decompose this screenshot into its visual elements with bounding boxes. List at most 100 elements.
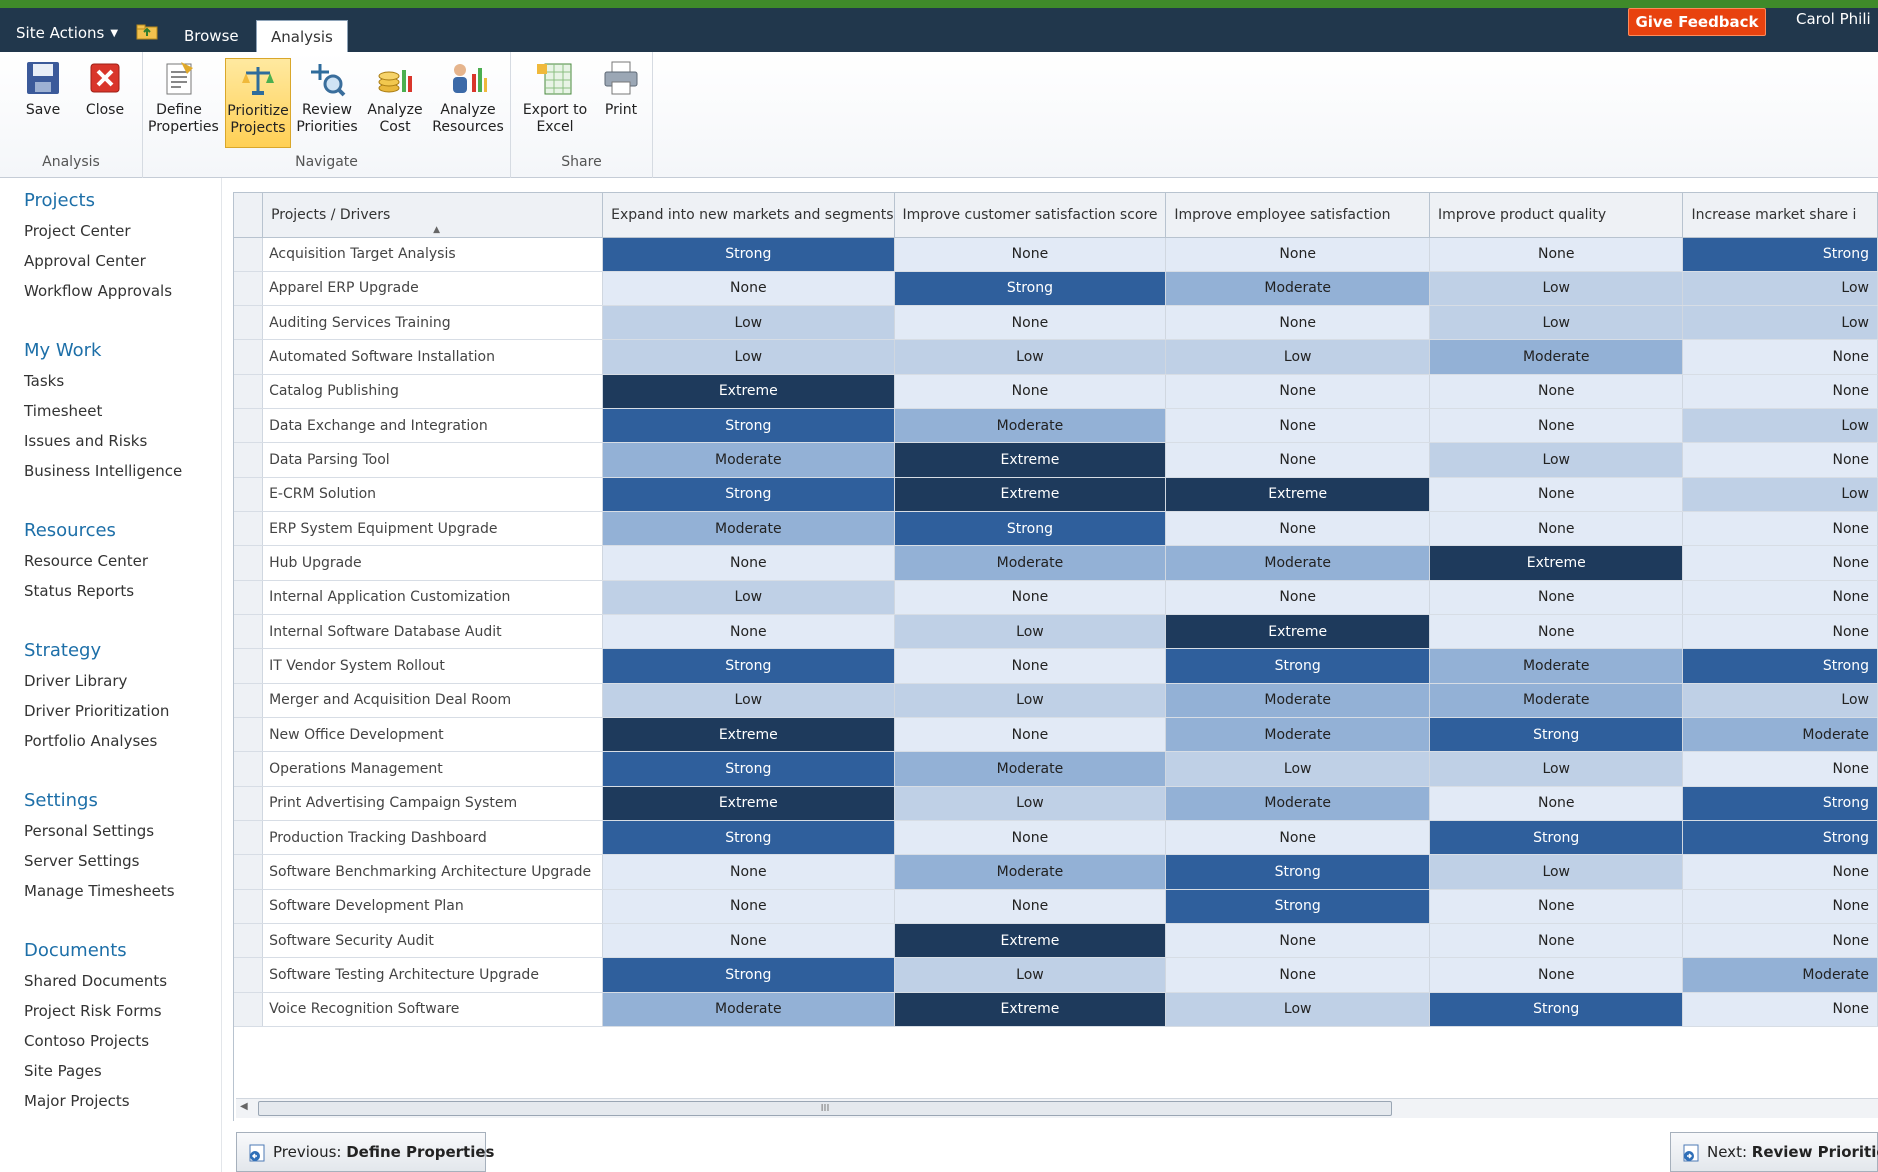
project-name-cell[interactable]: Operations Management xyxy=(262,751,604,787)
site-actions-menu[interactable]: Site Actions ▼ xyxy=(16,24,118,42)
driver-impact-cell[interactable]: Strong xyxy=(602,957,895,993)
driver-impact-cell[interactable]: None xyxy=(1429,511,1684,547)
driver-impact-cell[interactable]: None xyxy=(602,271,895,307)
project-name-cell[interactable]: Software Testing Architecture Upgrade xyxy=(262,957,604,993)
nav-heading-settings[interactable]: Settings xyxy=(24,790,98,811)
table-row[interactable]: Operations Management Strong Moderate Low Lo… xyxy=(234,751,1878,787)
driver-impact-cell[interactable]: Extreme xyxy=(1165,477,1430,513)
table-row[interactable]: IT Vendor System Rollout Strong None Strong… xyxy=(234,648,1878,684)
project-name-cell[interactable]: Software Security Audit xyxy=(262,923,604,959)
driver-impact-cell[interactable]: Strong xyxy=(1429,717,1684,753)
user-menu[interactable]: Carol Phili xyxy=(1796,10,1871,28)
driver-impact-cell[interactable]: None xyxy=(1429,889,1684,925)
project-name-cell[interactable]: Auditing Services Training xyxy=(262,305,604,341)
project-name-cell[interactable]: New Office Development xyxy=(262,717,604,753)
driver-impact-cell[interactable]: Strong xyxy=(894,271,1167,307)
row-selector[interactable] xyxy=(234,305,264,341)
driver-impact-cell[interactable]: Strong xyxy=(1429,992,1684,1028)
analyze-cost-button[interactable]: Analyze Cost xyxy=(363,58,427,148)
driver-impact-cell[interactable]: Moderate xyxy=(894,408,1167,444)
driver-impact-cell[interactable]: Moderate xyxy=(602,442,895,478)
folder-up-icon[interactable] xyxy=(136,24,158,40)
project-name-cell[interactable]: Automated Software Installation xyxy=(262,339,604,375)
nav-item-personal-settings[interactable]: Personal Settings xyxy=(24,822,154,840)
driver-impact-cell[interactable]: None xyxy=(1429,957,1684,993)
row-selector[interactable] xyxy=(234,820,264,856)
row-selector[interactable] xyxy=(234,889,264,925)
driver-impact-cell[interactable]: None xyxy=(1682,511,1878,547)
driver-impact-cell[interactable]: None xyxy=(1165,957,1430,993)
row-selector[interactable] xyxy=(234,717,264,753)
nav-item-site-pages[interactable]: Site Pages xyxy=(24,1062,102,1080)
driver-impact-cell[interactable]: Strong xyxy=(1682,786,1878,822)
driver-impact-cell[interactable]: Moderate xyxy=(1682,717,1878,753)
table-row[interactable]: Auditing Services Training Low None None Low… xyxy=(234,305,1878,341)
nav-item-contoso-projects[interactable]: Contoso Projects xyxy=(24,1032,149,1050)
driver-impact-cell[interactable]: Low xyxy=(1429,442,1684,478)
nav-item-driver-library[interactable]: Driver Library xyxy=(24,672,127,690)
driver-impact-cell[interactable]: Strong xyxy=(1429,820,1684,856)
driver-impact-cell[interactable]: None xyxy=(1682,374,1878,410)
print-button[interactable]: Print xyxy=(595,58,647,148)
driver-impact-cell[interactable]: Low xyxy=(1429,271,1684,307)
row-selector[interactable] xyxy=(234,545,264,581)
driver-impact-cell[interactable]: Low xyxy=(1165,339,1430,375)
nav-item-tasks[interactable]: Tasks xyxy=(24,372,64,390)
nav-item-portfolio-analyses[interactable]: Portfolio Analyses xyxy=(24,732,157,750)
project-name-cell[interactable]: Acquisition Target Analysis xyxy=(262,237,604,272)
column-header-driver[interactable]: Expand into new markets and segments xyxy=(602,193,895,238)
driver-impact-cell[interactable]: None xyxy=(1682,580,1878,616)
nav-heading-strategy[interactable]: Strategy xyxy=(24,640,101,661)
driver-impact-cell[interactable]: Strong xyxy=(602,820,895,856)
scroll-left-arrow-icon[interactable]: ◀ xyxy=(240,1101,248,1112)
driver-impact-cell[interactable]: None xyxy=(1429,786,1684,822)
row-selector[interactable] xyxy=(234,648,264,684)
nav-heading-projects[interactable]: Projects xyxy=(24,190,95,211)
table-row[interactable]: Data Parsing Tool Moderate Extreme None Low N… xyxy=(234,442,1878,478)
table-row[interactable]: Hub Upgrade None Moderate Moderate Extreme No… xyxy=(234,545,1878,581)
driver-impact-cell[interactable]: Moderate xyxy=(1165,683,1430,719)
driver-impact-cell[interactable]: Moderate xyxy=(1682,957,1878,993)
driver-impact-cell[interactable]: Extreme xyxy=(894,477,1167,513)
row-selector[interactable] xyxy=(234,442,264,478)
driver-impact-cell[interactable]: Low xyxy=(1429,854,1684,890)
review-priorities-button[interactable]: Review Priorities xyxy=(295,58,359,148)
driver-impact-cell[interactable]: Moderate xyxy=(1165,717,1430,753)
nav-item-driver-prioritization[interactable]: Driver Prioritization xyxy=(24,702,169,720)
driver-impact-cell[interactable]: None xyxy=(1165,820,1430,856)
driver-impact-cell[interactable]: Low xyxy=(602,305,895,341)
driver-impact-cell[interactable]: None xyxy=(894,648,1167,684)
driver-impact-cell[interactable]: None xyxy=(894,580,1167,616)
driver-impact-cell[interactable]: None xyxy=(1165,374,1430,410)
driver-impact-cell[interactable]: Strong xyxy=(894,511,1167,547)
table-row[interactable]: Internal Software Database Audit None Low E… xyxy=(234,614,1878,650)
save-button[interactable]: Save xyxy=(14,58,72,148)
nav-item-timesheet[interactable]: Timesheet xyxy=(24,402,102,420)
driver-impact-cell[interactable]: None xyxy=(1429,923,1684,959)
nav-item-shared-documents[interactable]: Shared Documents xyxy=(24,972,167,990)
project-name-cell[interactable]: Data Exchange and Integration xyxy=(262,408,604,444)
project-name-cell[interactable]: Software Benchmarking Architecture Upgra… xyxy=(262,854,604,890)
driver-impact-cell[interactable]: Low xyxy=(894,957,1167,993)
project-name-cell[interactable]: Catalog Publishing xyxy=(262,374,604,410)
driver-impact-cell[interactable]: Low xyxy=(602,580,895,616)
driver-impact-cell[interactable]: Strong xyxy=(602,648,895,684)
driver-impact-cell[interactable]: Moderate xyxy=(1165,545,1430,581)
column-header-driver[interactable]: Improve employee satisfaction xyxy=(1165,193,1430,238)
driver-impact-cell[interactable]: Extreme xyxy=(894,992,1167,1028)
project-name-cell[interactable]: Internal Application Customization xyxy=(262,580,604,616)
row-selector[interactable] xyxy=(234,923,264,959)
analyze-resources-button[interactable]: Analyze Resources xyxy=(429,58,507,148)
export-excel-button[interactable]: Export to Excel xyxy=(517,58,593,148)
driver-impact-cell[interactable]: None xyxy=(894,820,1167,856)
driver-impact-cell[interactable]: Extreme xyxy=(1429,545,1684,581)
driver-impact-cell[interactable]: None xyxy=(894,889,1167,925)
driver-impact-cell[interactable]: Low xyxy=(894,683,1167,719)
driver-impact-cell[interactable]: Strong xyxy=(602,477,895,513)
driver-impact-cell[interactable]: None xyxy=(602,545,895,581)
row-selector[interactable] xyxy=(234,237,264,272)
driver-impact-cell[interactable]: Extreme xyxy=(1165,614,1430,650)
driver-impact-cell[interactable]: None xyxy=(894,717,1167,753)
nav-item-server-settings[interactable]: Server Settings xyxy=(24,852,139,870)
driver-impact-cell[interactable]: Strong xyxy=(602,237,895,272)
